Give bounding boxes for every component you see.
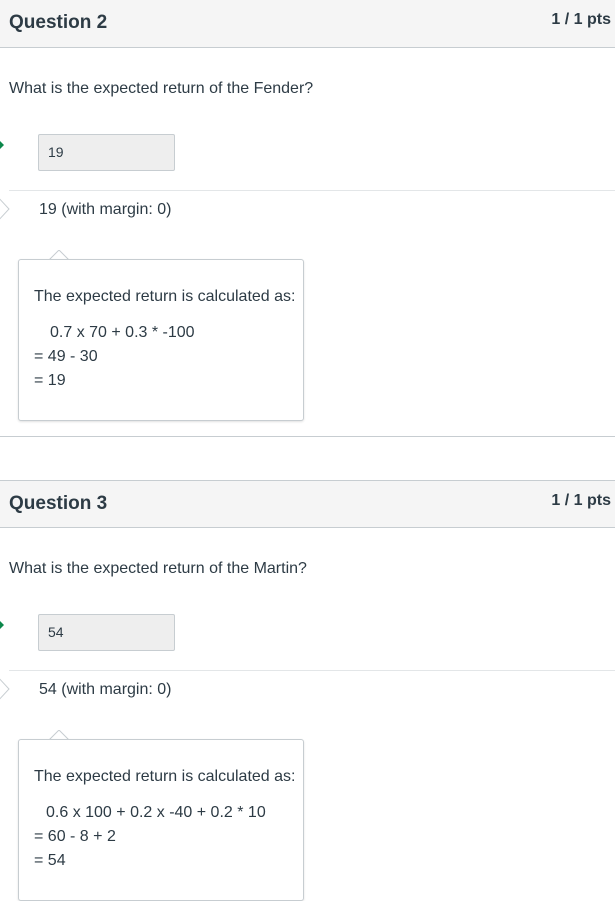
- comment-line: = 19: [34, 372, 66, 389]
- comment-line: = 60 - 8 + 2: [34, 828, 116, 845]
- question-header: Question 2 1 / 1 pts: [0, 0, 615, 48]
- comment-line: = 49 - 30: [34, 348, 98, 365]
- correct-arrow-icon: [0, 621, 4, 629]
- correct-answer-range: 54 (with margin: 0): [39, 681, 172, 698]
- divider: [9, 190, 615, 191]
- divider: [9, 670, 615, 671]
- question-text: What is the expected return of the Fende…: [9, 80, 314, 97]
- correct-arrow-icon: [0, 141, 4, 149]
- question-title: Question 2: [9, 12, 108, 33]
- answer-field[interactable]: 54: [38, 614, 175, 651]
- question-points: 1 / 1 pts: [551, 492, 611, 509]
- answer-comment: The expected return is calculated as: 0.…: [18, 259, 304, 421]
- comment-intro: The expected return is calculated as:: [34, 288, 296, 305]
- comment-line: = 54: [34, 852, 66, 869]
- question-header: Question 3 1 / 1 pts: [0, 480, 615, 528]
- answer-field[interactable]: 19: [38, 134, 175, 171]
- question-text: What is the expected return of the Marti…: [9, 560, 307, 577]
- range-arrow-icon: [0, 675, 10, 703]
- comment-intro: The expected return is calculated as:: [34, 768, 296, 785]
- range-arrow-icon: [0, 195, 10, 223]
- correct-answer-range: 19 (with margin: 0): [39, 201, 172, 218]
- comment-line: 0.6 x 100 + 0.2 x -40 + 0.2 * 10: [46, 804, 266, 821]
- question-title: Question 3: [9, 493, 108, 514]
- question-bottom-border: [0, 436, 615, 437]
- question-points: 1 / 1 pts: [551, 11, 611, 28]
- comment-line: 0.7 x 70 + 0.3 * -100: [50, 324, 195, 341]
